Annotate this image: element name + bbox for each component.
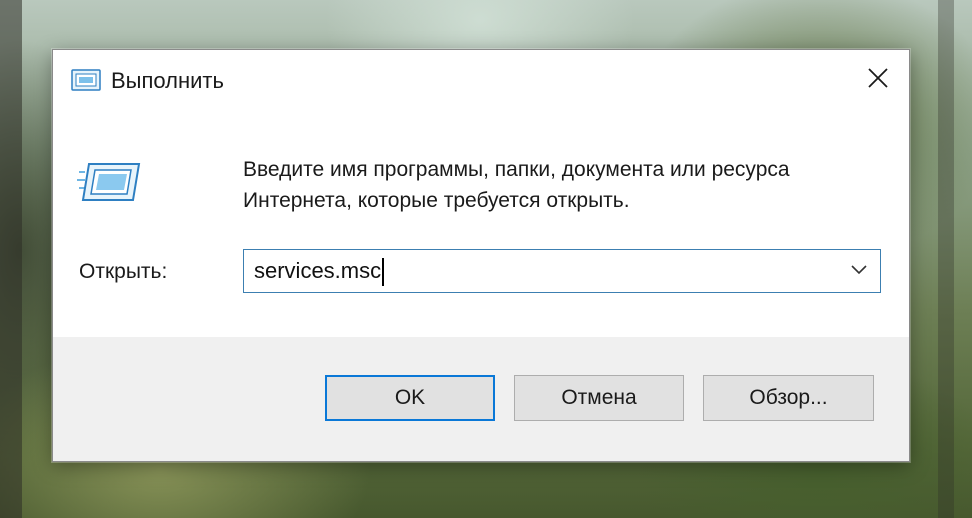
close-button[interactable] bbox=[847, 50, 909, 110]
window-title: Выполнить bbox=[111, 68, 224, 93]
background-tree-trunk bbox=[938, 0, 954, 518]
ok-button[interactable]: OK bbox=[325, 375, 495, 421]
run-large-icon bbox=[77, 160, 141, 209]
cancel-button[interactable]: Отмена bbox=[514, 375, 684, 421]
text-caret bbox=[382, 258, 385, 287]
open-input[interactable]: services.msc bbox=[254, 250, 834, 292]
open-combobox[interactable]: services.msc bbox=[243, 249, 881, 293]
background-tree-trunk bbox=[0, 0, 22, 518]
instruction-line-2: Интернета, которые требуется открыть. bbox=[243, 189, 630, 212]
instruction-line-1: Введите имя программы, папки, документа … bbox=[243, 158, 790, 181]
cancel-button-label: Отмена bbox=[561, 386, 637, 409]
dropdown-button[interactable] bbox=[844, 250, 874, 292]
open-label: Открыть: bbox=[79, 260, 168, 283]
chevron-down-icon bbox=[851, 262, 867, 280]
run-icon bbox=[71, 69, 101, 96]
open-input-value: services.msc bbox=[254, 258, 382, 283]
close-icon bbox=[867, 67, 889, 94]
run-dialog: Выполнить Введите имя программы, папки, … bbox=[52, 49, 910, 462]
browse-button[interactable]: Обзор... bbox=[703, 375, 874, 421]
button-bar: OK Отмена Обзор... bbox=[53, 337, 909, 461]
instruction-text: Введите имя программы, папки, документа … bbox=[243, 154, 883, 216]
title-bar[interactable]: Выполнить bbox=[53, 50, 909, 110]
ok-button-label: OK bbox=[394, 386, 426, 409]
browse-button-label: Обзор... bbox=[749, 386, 828, 409]
